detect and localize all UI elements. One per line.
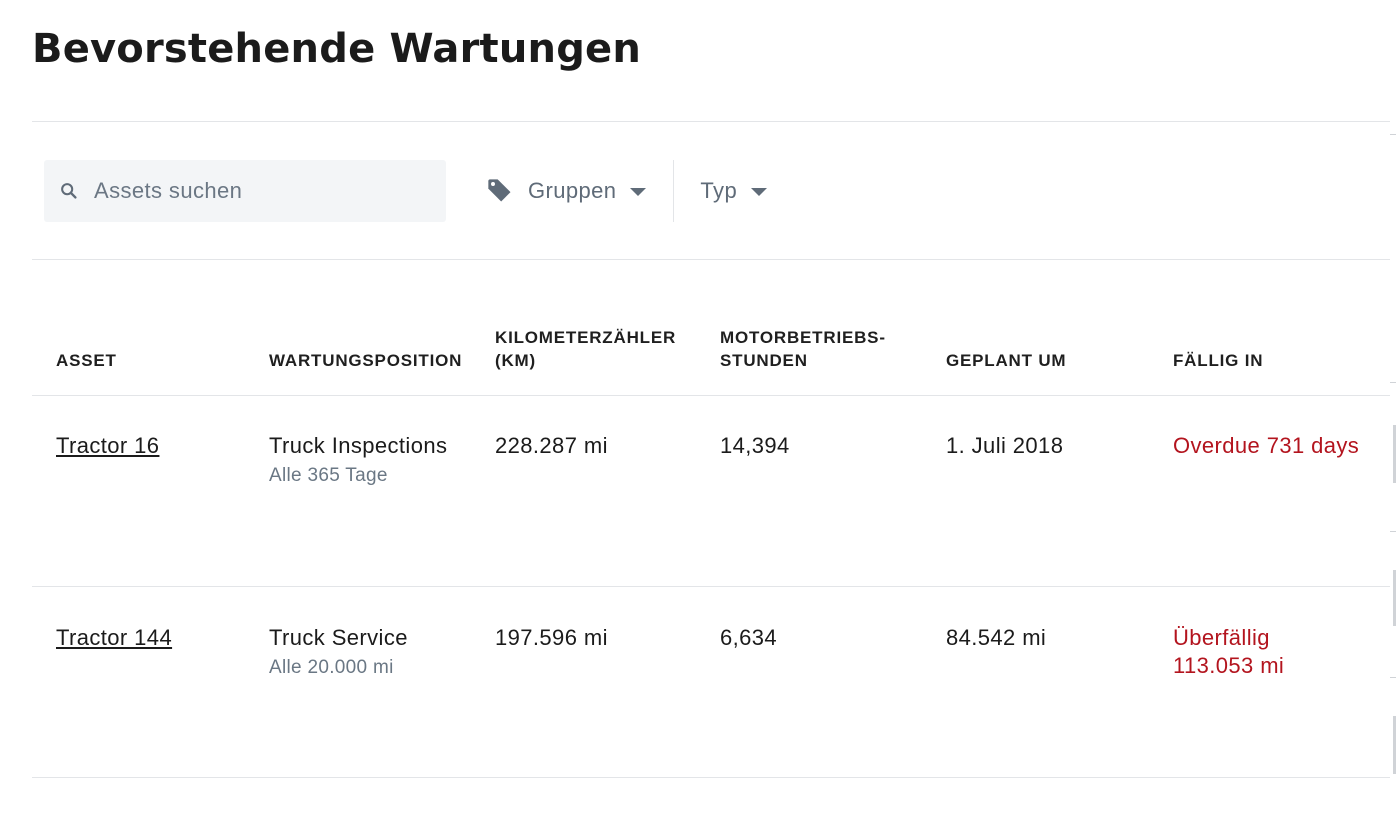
- engine-hours-value: 6,634: [720, 625, 778, 650]
- search-input[interactable]: [92, 177, 416, 205]
- asset-link[interactable]: Tractor 16: [56, 433, 159, 458]
- column-header-asset[interactable]: ASSET: [56, 349, 117, 372]
- due-status: Überfällig 113.053 mi: [1173, 625, 1285, 678]
- due-status: Overdue 731 days: [1173, 433, 1360, 458]
- engine-hours-value: 14,394: [720, 433, 790, 458]
- odometer-value: 197.596 mi: [495, 625, 608, 650]
- row-divider: [32, 777, 1390, 778]
- groups-filter-button[interactable]: Gruppen: [486, 160, 647, 222]
- groups-filter-label: Gruppen: [528, 178, 617, 203]
- column-header-due[interactable]: FÄLLIG IN: [1173, 349, 1263, 372]
- scheduled-value: 84.542 mi: [946, 625, 1047, 650]
- row-divider: [32, 586, 1390, 587]
- page-title: Bevorstehende Wartungen: [32, 26, 642, 72]
- type-filter-button[interactable]: Typ: [700, 160, 768, 222]
- scrollbar-tick: [1390, 382, 1396, 383]
- type-filter-label: Typ: [700, 178, 738, 203]
- column-header-maintenance-item[interactable]: WARTUNGSPOSITION: [269, 349, 462, 372]
- table-header: ASSET WARTUNGSPOSITION KILOMETERZÄHLER (…: [56, 324, 1386, 372]
- caret-down-icon: [751, 188, 768, 196]
- table-header-divider: [32, 395, 1390, 396]
- tag-icon: [488, 179, 511, 202]
- odometer-value: 228.287 mi: [495, 433, 608, 458]
- maintenance-item-cell: Truck Inspections Alle 365 Tage: [269, 432, 447, 490]
- scheduled-value: 1. Juli 2018: [946, 433, 1064, 458]
- maintenance-item-name: Truck Inspections: [269, 433, 448, 458]
- column-header-scheduled[interactable]: GEPLANT UM: [946, 349, 1066, 372]
- filter-toolbar: Gruppen Typ: [44, 160, 768, 222]
- maintenance-interval: Alle 365 Tage: [269, 465, 388, 486]
- search-box[interactable]: [44, 160, 446, 222]
- scrollbar-tick: [1390, 134, 1396, 135]
- filter-separator: [673, 160, 675, 222]
- maintenance-item-cell: Truck Service Alle 20.000 mi: [269, 624, 408, 682]
- caret-down-icon: [630, 188, 647, 196]
- column-header-engine-hours[interactable]: MOTORBETRIEBS- STUNDEN: [720, 326, 920, 372]
- column-header-odometer[interactable]: KILOMETERZÄHLER (KM): [495, 326, 695, 372]
- maintenance-interval: Alle 20.000 mi: [269, 657, 394, 678]
- search-icon: [61, 183, 77, 199]
- toolbar-divider: [32, 259, 1390, 260]
- scrollbar-tick: [1390, 677, 1396, 678]
- asset-link[interactable]: Tractor 144: [56, 625, 172, 650]
- maintenance-item-name: Truck Service: [269, 625, 408, 650]
- header-divider: [32, 121, 1390, 122]
- scrollbar-tick: [1390, 531, 1396, 532]
